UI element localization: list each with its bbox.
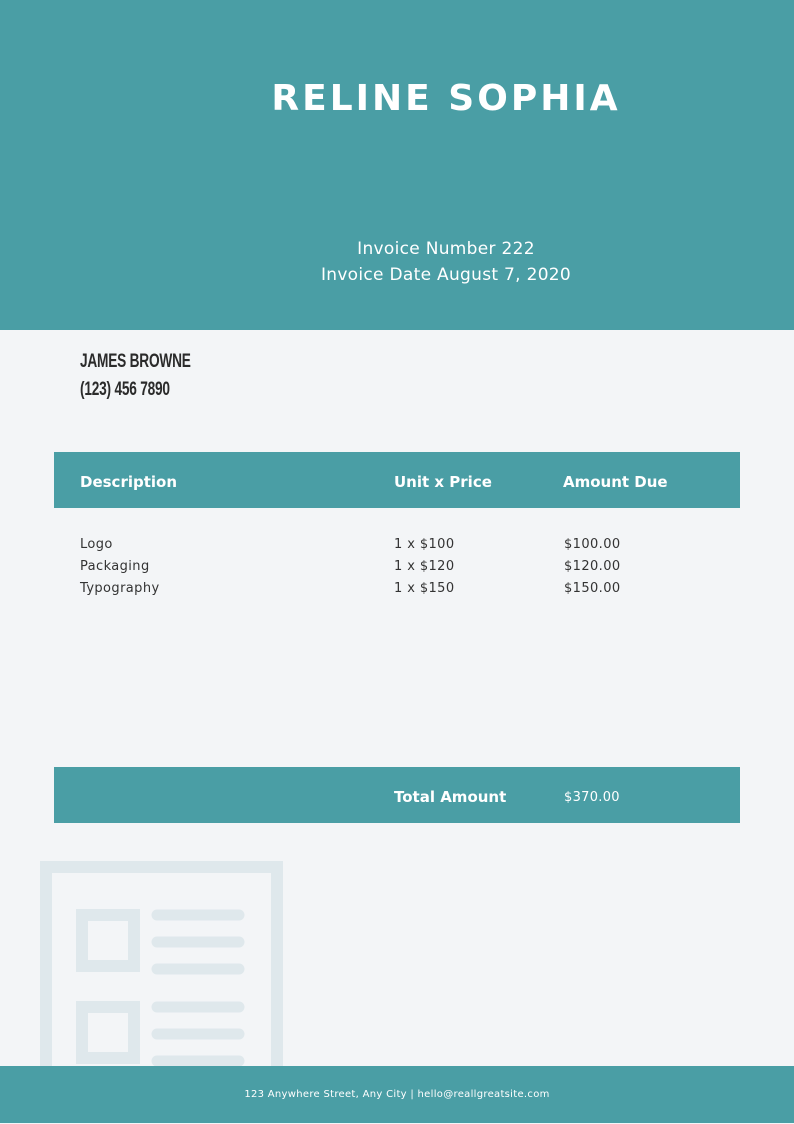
document-icon	[40, 861, 284, 1113]
table-header: Description Unit x Price Amount Due	[54, 452, 740, 508]
item-unit-price: 1 x $100	[394, 537, 455, 552]
item-unit-price: 1 x $120	[394, 559, 455, 574]
invoice-date: Invoice Date August 7, 2020	[320, 265, 572, 285]
invoice-number: Invoice Number 222	[357, 239, 535, 259]
footer-separator: |	[406, 1089, 418, 1100]
column-header-unit-price: Unit x Price	[394, 473, 492, 491]
line-items: Logo 1 x $100 $100.00 Packaging 1 x $120…	[80, 534, 740, 600]
client-name: JAMES BROWNE	[80, 351, 191, 372]
item-amount: $100.00	[564, 537, 621, 552]
total-label: Total Amount	[394, 788, 507, 806]
item-description: Logo	[80, 537, 113, 552]
table-row: Packaging 1 x $120 $120.00	[80, 556, 740, 578]
client-phone: (123) 456 7890	[80, 379, 170, 400]
column-header-description: Description	[80, 473, 178, 491]
footer: 123 Anywhere Street, Any City | hello@re…	[0, 1066, 794, 1123]
footer-email: hello@reallgreatsite.com	[417, 1089, 550, 1100]
item-amount: $150.00	[564, 581, 621, 596]
column-header-amount-due: Amount Due	[563, 473, 668, 491]
item-unit-price: 1 x $150	[394, 581, 455, 596]
item-amount: $120.00	[564, 559, 621, 574]
invoice-header: RELINE SOPHIA Invoice Number 222 Invoice…	[0, 0, 794, 330]
invoice-meta: Invoice Number 222 Invoice Date August 7…	[0, 236, 794, 288]
client-info: JAMES BROWNE (123) 456 7890	[80, 348, 191, 404]
item-description: Typography	[80, 581, 160, 596]
table-row: Typography 1 x $150 $150.00	[80, 578, 740, 600]
footer-address: 123 Anywhere Street, Any City	[244, 1089, 407, 1100]
item-description: Packaging	[80, 559, 150, 574]
table-row: Logo 1 x $100 $100.00	[80, 534, 740, 556]
company-name: RELINE SOPHIA	[271, 78, 621, 119]
total-bar: Total Amount $370.00	[54, 767, 740, 823]
total-value: $370.00	[564, 790, 620, 805]
